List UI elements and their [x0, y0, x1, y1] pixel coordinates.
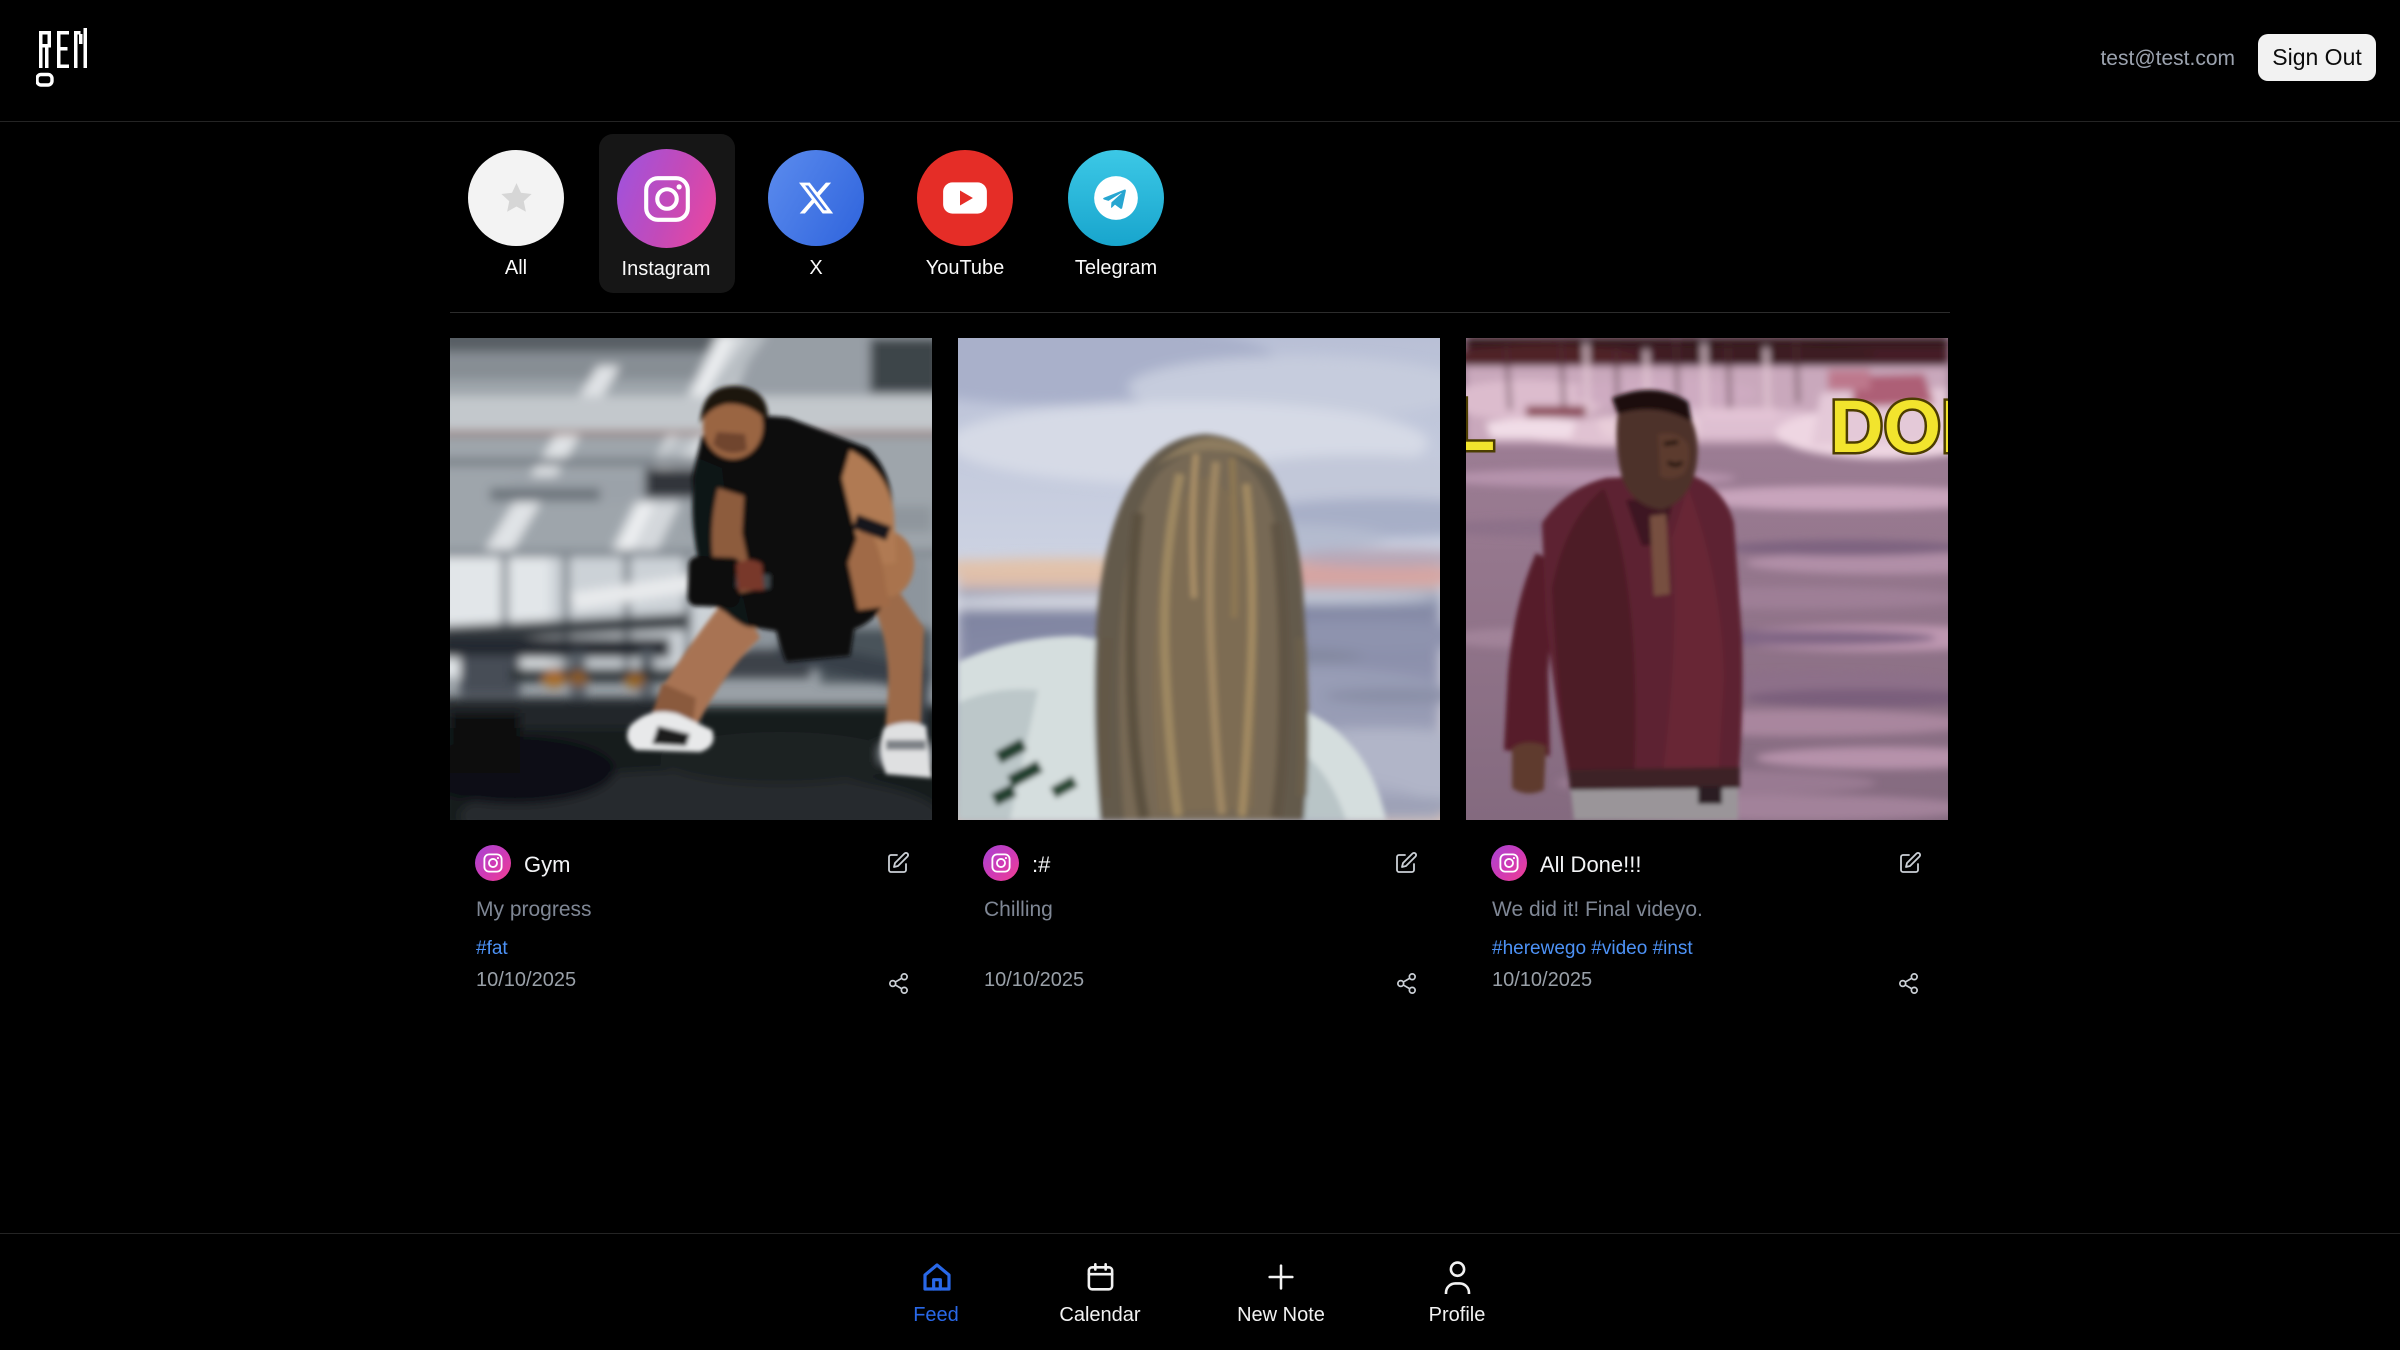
svg-text:DOI: DOI [1830, 385, 1948, 468]
svg-text:L: L [1466, 383, 1495, 466]
